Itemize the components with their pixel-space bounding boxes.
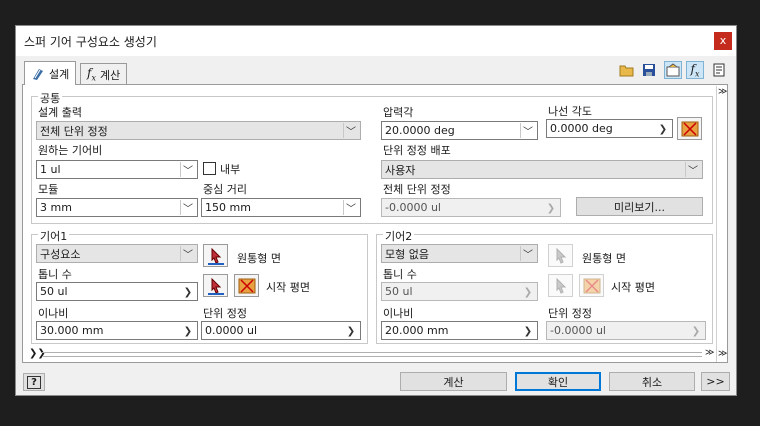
chevron-down-icon: ﹀ [520,246,535,261]
notes-icon[interactable] [710,61,728,79]
gear-design-icon [33,68,43,80]
pressure-angle-label: 압력각 [383,106,414,119]
gear1-flip-button[interactable] [234,274,259,297]
chevron-right-icon: ❯ [346,325,356,337]
more-button[interactable]: >> [701,372,730,391]
gear1-facewidth-input[interactable]: 30.000 mm ❯ [36,321,198,340]
module-label: 모듈 [38,183,59,196]
flip-direction-icon [238,278,255,293]
helix-angle-label: 나선 각도 [548,105,592,118]
gear1-cylindrical-face-button[interactable] [203,244,228,267]
gear1-group-label: 기어1 [38,228,70,244]
calculate-button[interactable]: 계산 [400,372,507,391]
chevron-right-icon: ❯ [183,325,193,337]
helix-direction-icon [681,121,698,136]
select-arrow-icon [556,277,566,294]
unit-correction-label: 단위 정정 배포 [383,144,451,157]
gear1-teeth-input[interactable]: 50 ul ❯ [36,282,198,301]
chevron-right-icon: ❯ [658,123,668,135]
chevron-down-icon: ﹀ [180,246,195,261]
chevron-right-icon: ❯ [183,286,193,298]
gear2-group-label: 기어2 [383,228,415,244]
gear2-teeth-label: 톱니 수 [383,268,417,281]
chevron-down-icon: ﹀ [685,162,700,177]
center-distance-label: 중심 거리 [203,183,247,196]
open-folder-icon[interactable] [618,61,636,79]
title-bar: 스퍼 기어 구성요소 생성기 x [16,26,736,56]
formula-icon: fx [87,66,96,83]
save-icon[interactable] [640,61,658,79]
chevron-down-icon: ﹀ [180,162,195,177]
gear1-correction-label: 단위 정정 [203,307,247,320]
gear1-start-plane-label: 시작 평면 [266,281,310,294]
gear2-cylindrical-face-label: 원통형 면 [582,252,626,265]
total-correction-label: 전체 단위 정정 [383,183,451,196]
chevron-down-icon: ﹀ [180,200,195,215]
gear1-cylindrical-face-label: 원통형 면 [237,252,281,265]
chevron-down-icon: ﹀ [343,123,358,138]
collapse-icon[interactable]: ≫ [705,348,714,358]
gear2-flip-button[interactable] [579,274,604,297]
window-title: 스퍼 기어 구성요소 생성기 [24,35,157,49]
gear2-start-plane-button[interactable] [548,274,573,297]
gear2-correction-label: 단위 정정 [548,307,592,320]
chevron-right-icon: ❯ [523,286,533,298]
desired-ratio-label: 원하는 기어비 [38,144,103,157]
gear2-teeth-input[interactable]: 50 ul ❯ [381,282,538,301]
gear2-start-plane-label: 시작 평면 [611,281,655,294]
gear2-cylindrical-face-button[interactable] [548,244,573,267]
select-arrow-icon [556,247,566,264]
formula-toggle-icon[interactable]: fx [686,61,704,79]
tab-calculation[interactable]: fx 계산 [80,63,128,85]
gear1-teeth-label: 톱니 수 [38,268,72,281]
help-icon: ? [27,375,41,389]
help-button[interactable]: ? [23,373,45,391]
splitter[interactable] [42,352,702,357]
center-distance-select[interactable]: 150 mm ﹀ [201,198,361,217]
internal-label: 내부 [220,163,241,176]
helix-direction-button[interactable] [677,117,702,140]
preview-button[interactable]: 미리보기... [576,197,703,216]
expand-side-bottom-icon[interactable]: ≫ [718,349,727,359]
expand-side-icon[interactable]: ≫ [718,87,727,97]
design-guide-label: 설계 출력 [38,106,82,119]
chevron-right-icon: ❯ [523,325,533,337]
tab-calculation-label: 계산 [99,68,121,82]
design-guide-select[interactable]: 전체 단위 정정 ﹀ [36,121,361,140]
ok-button[interactable]: 확인 [515,372,601,391]
pressure-angle-select[interactable]: 20.0000 deg ﹀ [381,121,538,140]
select-arrow-icon [207,277,224,295]
desired-ratio-select[interactable]: 1 ul ﹀ [36,160,198,179]
gear1-type-select[interactable]: 구성요소 ﹀ [36,244,198,263]
chevron-right-icon: ❯ [691,325,701,337]
tab-design-label: 설계 [49,67,70,81]
gear2-correction-input[interactable]: -0.0000 ul ❯ [546,321,706,340]
unit-correction-select[interactable]: 사용자 ﹀ [381,160,703,179]
module-select[interactable]: 3 mm ﹀ [36,198,198,217]
gear1-correction-input[interactable]: 0.0000 ul ❯ [201,321,361,340]
total-correction-input[interactable]: -0.0000 ul ❯ [381,198,561,217]
gear1-facewidth-label: 이나비 [38,307,69,320]
side-panel-strip: ≫ ≫ [716,86,728,362]
gear2-type-select[interactable]: 모형 없음 ﹀ [381,244,538,263]
select-arrow-icon [207,247,224,265]
chevron-down-icon: ﹀ [343,200,358,215]
gear2-facewidth-label: 이나비 [383,307,414,320]
gear1-start-plane-button[interactable] [203,274,228,297]
gear2-facewidth-input[interactable]: 20.000 mm ❯ [381,321,538,340]
helix-angle-input[interactable]: 0.0000 deg ❯ [546,119,673,138]
tab-design[interactable]: 설계 [24,61,77,85]
cancel-button[interactable]: 취소 [609,372,695,391]
chevron-right-icon: ❯ [546,202,556,214]
spur-gear-dialog: 스퍼 기어 구성요소 생성기 x 설계 fx 계산 fx 공통 설계 출력 전체… [15,25,737,396]
expert-mode-icon[interactable] [664,61,682,79]
close-button[interactable]: x [714,32,732,50]
flip-direction-icon [583,278,600,293]
chevron-down-icon: ﹀ [520,123,535,138]
internal-checkbox[interactable] [203,162,216,175]
